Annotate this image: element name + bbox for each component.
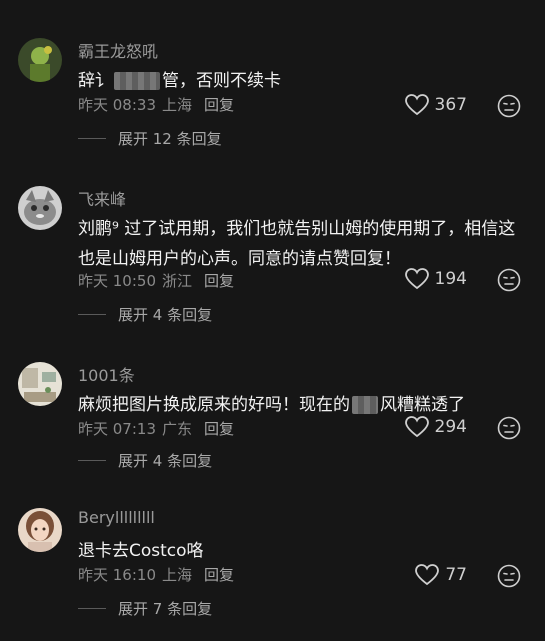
- comment-location: 广东: [162, 420, 193, 438]
- comment-text: 辞讠 管，否则不续卡: [78, 71, 281, 91]
- reply-button[interactable]: 回复: [204, 420, 234, 438]
- expand-replies[interactable]: 展开 7 条回复: [78, 598, 212, 619]
- username[interactable]: 霸王龙怒吼: [78, 38, 158, 62]
- comment-time: 昨天 08:33: [78, 96, 156, 114]
- reply-button[interactable]: 回复: [204, 566, 234, 584]
- comment-meta: 昨天 16:10 上海 回复: [78, 564, 240, 585]
- redacted-block: [352, 396, 378, 414]
- expand-replies-label: 展开 4 条回复: [118, 306, 213, 324]
- divider-line: [78, 138, 106, 139]
- comment-location: 浙江: [162, 272, 193, 290]
- comment-location: 上海: [162, 566, 193, 584]
- comment-meta: 昨天 08:33 上海 回复: [78, 94, 240, 115]
- comment-time: 昨天 10:50: [78, 272, 156, 290]
- heart-icon: [404, 94, 429, 116]
- like-button[interactable]: 294: [404, 416, 467, 438]
- dislike-icon[interactable]: [497, 94, 521, 118]
- like-count: 194: [434, 269, 467, 289]
- comment-location: 上海: [162, 96, 193, 114]
- comment-text: 退卡去Costco咯: [78, 541, 204, 561]
- expand-replies[interactable]: 展开 4 条回复: [78, 304, 212, 325]
- username[interactable]: 飞来峰: [78, 186, 126, 210]
- heart-icon: [415, 564, 440, 586]
- avatar[interactable]: [18, 186, 62, 230]
- reply-button[interactable]: 回复: [204, 96, 234, 114]
- avatar[interactable]: [18, 508, 62, 552]
- expand-replies[interactable]: 展开 12 条回复: [78, 128, 222, 149]
- like-button[interactable]: 77: [415, 564, 467, 586]
- username[interactable]: Berylllllllll: [78, 508, 155, 527]
- like-button[interactable]: 194: [404, 268, 467, 290]
- divider-line: [78, 608, 106, 609]
- heart-icon: [404, 416, 429, 438]
- avatar[interactable]: [18, 362, 62, 406]
- dislike-icon[interactable]: [497, 268, 521, 292]
- like-count: 367: [434, 95, 467, 115]
- dislike-icon[interactable]: [497, 564, 521, 588]
- like-count: 77: [445, 565, 467, 585]
- comment-text: 刘鹏⁹ 过了试用期，我们也就告别山姆的使用期了，相信这也是山姆用户的心声。同意的…: [78, 219, 516, 269]
- comment-meta: 昨天 07:13 广东 回复: [78, 418, 240, 439]
- expand-replies-label: 展开 7 条回复: [118, 600, 213, 618]
- like-button[interactable]: 367: [404, 94, 467, 116]
- avatar[interactable]: [18, 38, 62, 82]
- username[interactable]: 1001条: [78, 362, 135, 386]
- expand-replies[interactable]: 展开 4 条回复: [78, 450, 212, 471]
- heart-icon: [404, 268, 429, 290]
- reply-button[interactable]: 回复: [204, 272, 234, 290]
- comment-time: 昨天 16:10: [78, 566, 156, 584]
- comment-time: 昨天 07:13: [78, 420, 156, 438]
- expand-replies-label: 展开 4 条回复: [118, 452, 213, 470]
- redacted-block: [114, 72, 160, 90]
- dislike-icon[interactable]: [497, 416, 521, 440]
- divider-line: [78, 460, 106, 461]
- comment-meta: 昨天 10:50 浙江 回复: [78, 270, 240, 291]
- expand-replies-label: 展开 12 条回复: [118, 130, 222, 148]
- divider-line: [78, 314, 106, 315]
- like-count: 294: [434, 417, 467, 437]
